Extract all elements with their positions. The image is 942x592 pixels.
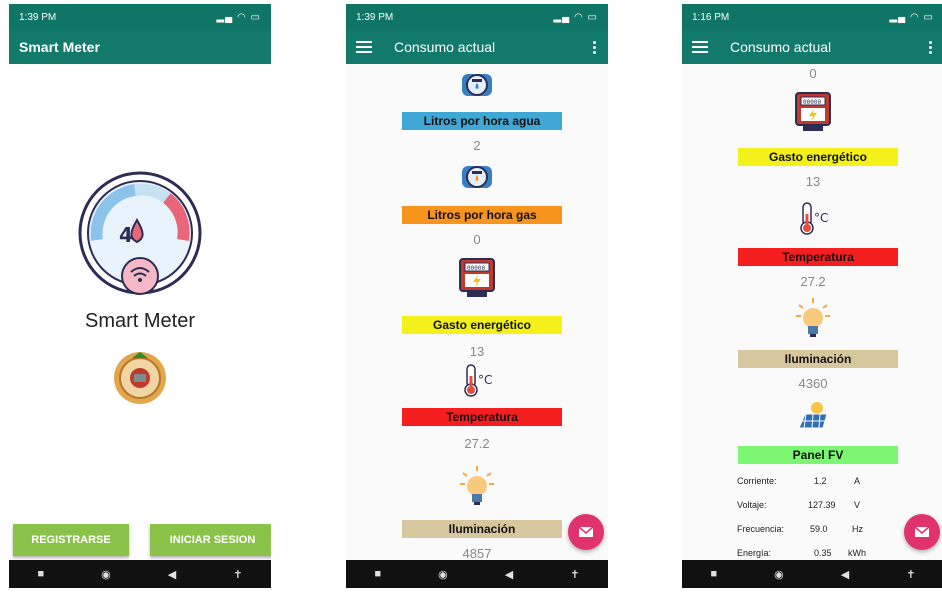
- item-label: Litros por hora agua: [402, 112, 562, 130]
- panel-row-value: 127.39: [808, 500, 836, 510]
- app-bar: Consumo actual: [346, 30, 608, 64]
- panel-row-name: Corriente:: [737, 476, 777, 486]
- panel-row-name: Frecuencia:: [737, 524, 785, 534]
- app-title: Smart Meter: [19, 39, 100, 55]
- svg-text:°C: °C: [814, 211, 828, 225]
- light-bulb-icon: [796, 298, 830, 337]
- menu-icon[interactable]: [356, 41, 372, 53]
- system-nav-bar: ■ ◉ ◀ ✝: [346, 560, 608, 588]
- item-value: 2: [473, 138, 481, 153]
- more-options-icon[interactable]: [590, 40, 598, 54]
- item-label: Temperatura: [402, 408, 562, 426]
- status-time: 1:39 PM: [356, 11, 394, 23]
- electric-meter-icon: 00000: [795, 92, 831, 131]
- item-value: 13: [469, 344, 485, 359]
- item-value: 13: [805, 174, 821, 189]
- item-label: Temperatura: [738, 248, 898, 266]
- thermometer-icon: °C: [464, 364, 492, 397]
- item-value: 4857: [462, 546, 492, 560]
- accessibility-button[interactable]: ✝: [570, 568, 579, 581]
- water-meter-icon: [462, 74, 492, 96]
- institution-seal-icon: [114, 352, 166, 404]
- page-title: Consumo actual: [730, 39, 832, 55]
- app-bar: Consumo actual: [682, 30, 942, 64]
- panel-row-frequency: Frecuencia: 59.0 Hz: [682, 524, 942, 538]
- smart-meter-logo-icon: 4: [78, 171, 202, 295]
- home-button[interactable]: ◉: [438, 568, 448, 581]
- item-label: Iluminación: [738, 350, 898, 368]
- status-bar: 1:39 PM ▂▄ ◠ ▭: [346, 4, 608, 30]
- light-bulb-icon: [460, 466, 494, 505]
- status-bar: 1:16 PM ▂▄ ◠ ▭: [682, 4, 942, 30]
- panel-row-unit: Hz: [852, 524, 863, 534]
- back-button[interactable]: ◀: [168, 568, 176, 581]
- recents-button[interactable]: ■: [711, 568, 718, 580]
- recents-button[interactable]: ■: [38, 568, 45, 580]
- status-time: 1:39 PM: [19, 11, 57, 23]
- consumption-screen-panel: 1:16 PM ▂▄ ◠ ▭ Consumo actual 0 00000 Ga…: [682, 4, 942, 588]
- panel-row-name: Energía:: [737, 548, 772, 558]
- more-options-icon[interactable]: [926, 40, 934, 54]
- item-label: Litros por hora gas: [402, 206, 562, 224]
- item-label: Iluminación: [402, 520, 562, 538]
- item-value: 0: [809, 66, 817, 81]
- panel-row-value: 59.0: [810, 524, 828, 534]
- item-value: 27.2: [464, 436, 490, 451]
- page-title: Consumo actual: [394, 39, 496, 55]
- mail-icon: [914, 526, 930, 537]
- item-value: 4360: [798, 376, 828, 391]
- login-button[interactable]: INICIAR SESION: [150, 524, 271, 556]
- back-button[interactable]: ◀: [841, 568, 849, 581]
- accessibility-button[interactable]: ✝: [233, 568, 242, 581]
- panel-label: Panel FV: [738, 446, 898, 464]
- panel-row-name: Voltaje:: [737, 500, 767, 510]
- status-time: 1:16 PM: [692, 11, 730, 23]
- recents-button[interactable]: ■: [375, 568, 382, 580]
- status-bar: 1:39 PM ▂▄ ◠ ▭: [9, 4, 271, 30]
- status-icons: ▂▄ ◠ ▭: [216, 11, 261, 23]
- panel-row-current: Corriente: 1.2 A: [682, 476, 942, 490]
- gas-meter-icon: [462, 166, 492, 188]
- panel-row-voltage: Voltaje: 127.39 V: [682, 500, 942, 514]
- panel-row-value: 0.35: [814, 548, 832, 558]
- item-value: 27.2: [800, 274, 826, 289]
- mail-fab-button[interactable]: [568, 514, 604, 550]
- logo-text: Smart Meter: [84, 310, 196, 332]
- system-nav-bar: ■ ◉ ◀ ✝: [9, 560, 271, 588]
- consumption-list: Litros por hora agua 2 Litros por hora g…: [346, 64, 608, 560]
- item-value: 0: [473, 232, 481, 247]
- item-label: Gasto energético: [738, 148, 898, 166]
- panel-row-unit: V: [854, 500, 861, 510]
- app-bar: Smart Meter: [9, 30, 271, 64]
- system-nav-bar: ■ ◉ ◀ ✝: [682, 560, 942, 588]
- consumption-screen: 1:39 PM ▂▄ ◠ ▭ Consumo actual Litros por…: [346, 4, 608, 588]
- status-icons: ▂▄ ◠ ▭: [553, 11, 598, 23]
- svg-text:00000: 00000: [467, 265, 485, 272]
- panel-row-unit: kWh: [848, 548, 866, 558]
- home-button[interactable]: ◉: [774, 568, 784, 581]
- accessibility-button[interactable]: ✝: [906, 568, 915, 581]
- mail-icon: [578, 526, 594, 537]
- login-screen: 1:39 PM ▂▄ ◠ ▭ Smart Meter 4 Smart Meter…: [9, 4, 271, 588]
- back-button[interactable]: ◀: [505, 568, 513, 581]
- solar-panel-icon: [798, 402, 828, 429]
- thermometer-icon: °C: [800, 202, 828, 235]
- home-button[interactable]: ◉: [101, 568, 111, 581]
- menu-icon[interactable]: [692, 41, 708, 53]
- svg-text:00000: 00000: [803, 99, 821, 106]
- electric-meter-icon: 00000: [459, 258, 495, 297]
- panel-row-value: 1.2: [814, 476, 827, 486]
- panel-row-energy: Energía: 0.35 kWh: [682, 548, 942, 560]
- consumption-list: 0 00000 Gasto energético 13 °C Temperatu…: [682, 64, 942, 560]
- status-icons: ▂▄ ◠ ▭: [889, 11, 934, 23]
- mail-fab-button[interactable]: [904, 514, 940, 550]
- panel-row-unit: A: [854, 476, 861, 486]
- item-label: Gasto energético: [402, 316, 562, 334]
- register-button[interactable]: REGISTRARSE: [13, 524, 129, 556]
- svg-text:°C: °C: [478, 373, 492, 387]
